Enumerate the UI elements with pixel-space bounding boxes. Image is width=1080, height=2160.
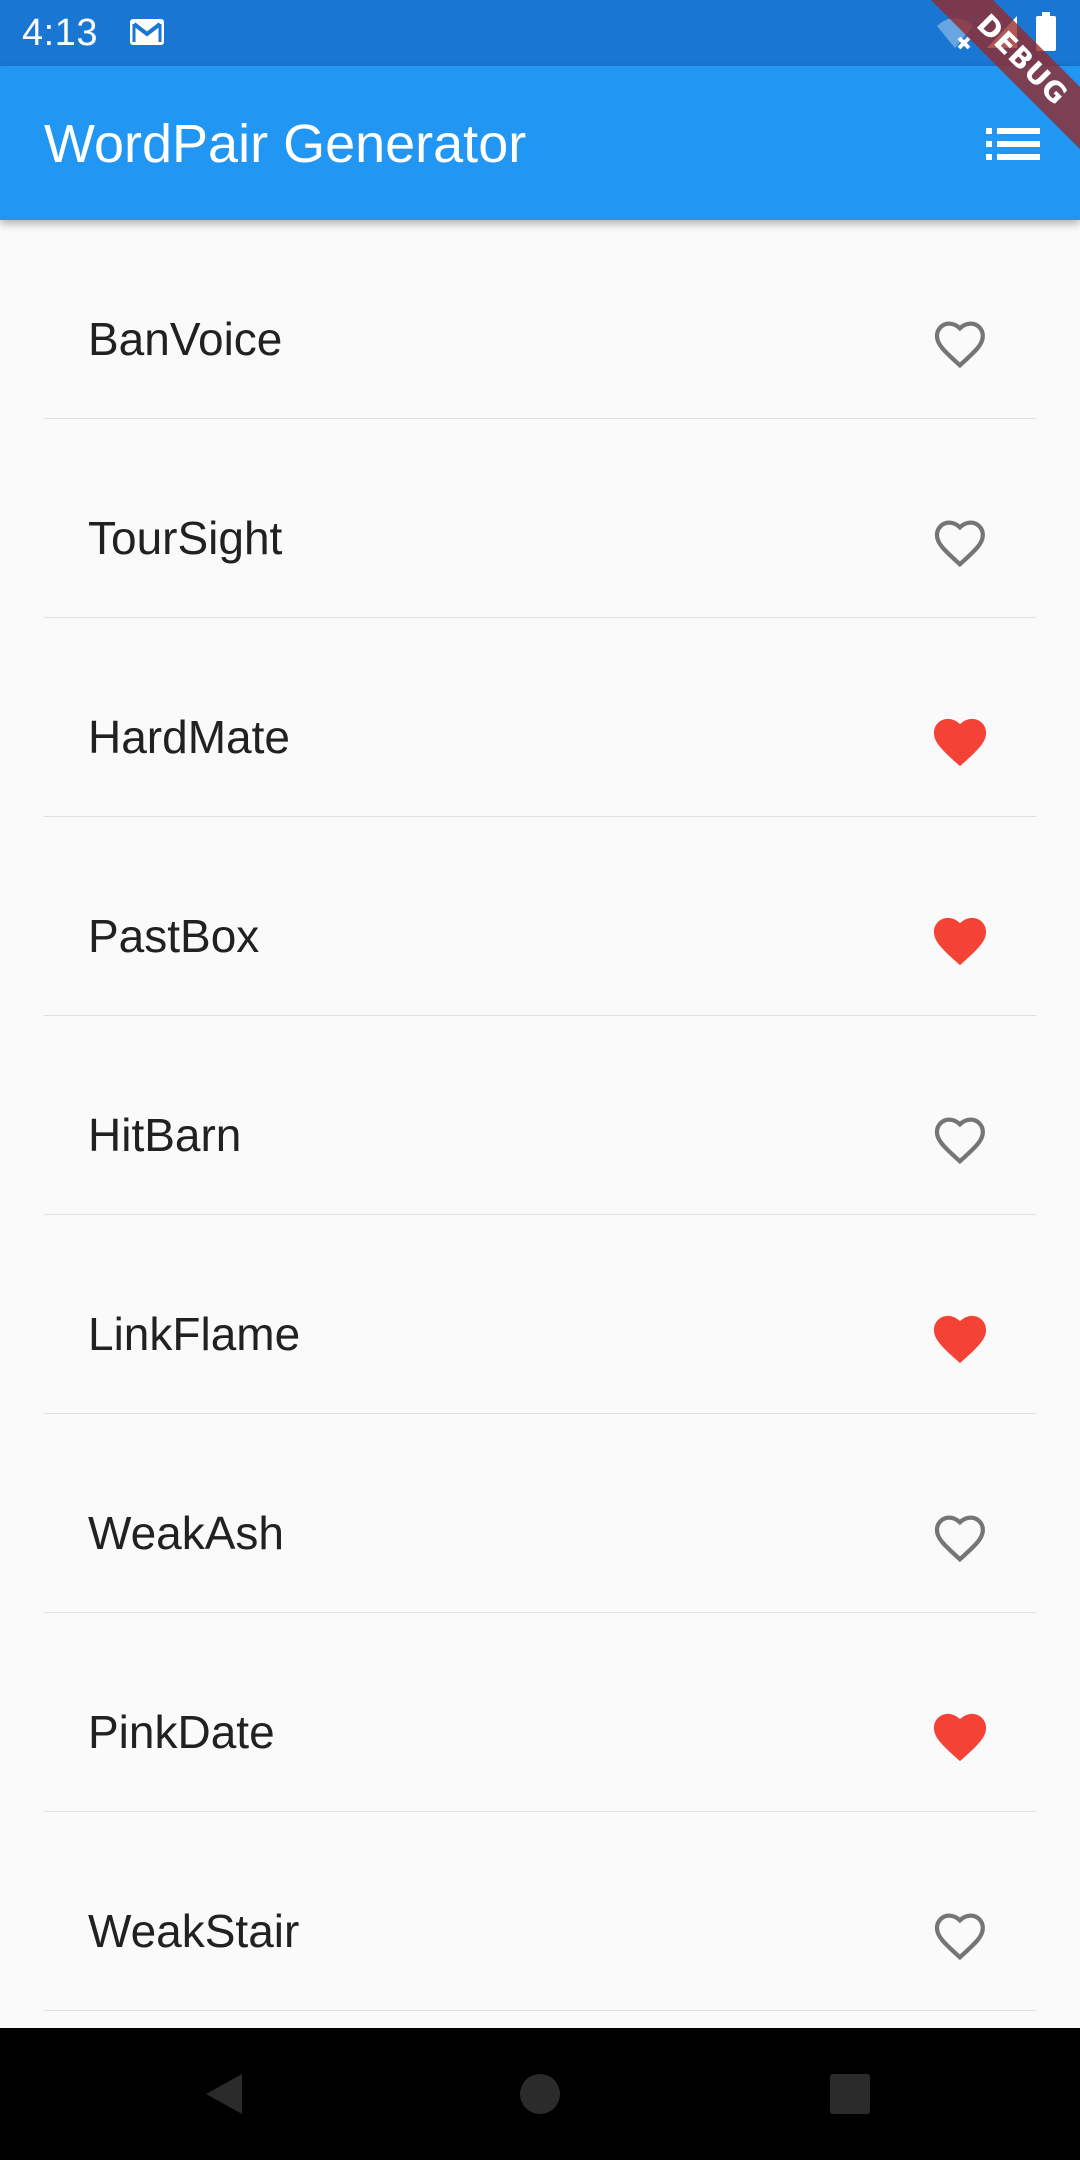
heart-outline-icon[interactable] — [930, 1112, 990, 1168]
page-title: WordPair Generator — [44, 114, 527, 174]
word-pair-label: PinkDate — [88, 1706, 275, 1758]
list-item[interactable]: WeakAsh — [0, 1414, 1080, 1612]
word-pair-label: TourSight — [88, 512, 283, 564]
back-icon — [206, 2074, 242, 2114]
heart-outline-icon[interactable] — [930, 515, 990, 571]
list-item[interactable]: PastBox — [0, 817, 1080, 1015]
heart-filled-icon[interactable] — [930, 1311, 990, 1367]
back-button[interactable] — [188, 2058, 260, 2130]
word-pair-label: BanVoice — [88, 313, 283, 365]
word-pair-label: WeakStair — [88, 1905, 300, 1957]
list-icon — [986, 128, 1040, 160]
word-pair-label: WeakAsh — [88, 1507, 285, 1559]
heart-outline-icon[interactable] — [930, 1510, 990, 1566]
word-pair-label: HitBarn — [88, 1109, 242, 1161]
word-pair-label: PastBox — [88, 910, 260, 962]
heart-outline-icon[interactable] — [930, 316, 990, 372]
heart-outline-icon[interactable] — [930, 1908, 990, 1964]
word-pair-label: LinkFlame — [88, 1308, 301, 1360]
gmail-icon — [130, 19, 164, 45]
home-icon — [520, 2074, 560, 2114]
status-bar: 4:13 — [0, 0, 1080, 66]
list-item[interactable]: TourSight — [0, 419, 1080, 617]
list-item[interactable]: WeakStair — [0, 1812, 1080, 2010]
status-time: 4:13 — [22, 12, 98, 54]
recents-button[interactable] — [814, 2058, 886, 2130]
heart-filled-icon[interactable] — [930, 714, 990, 770]
list-item[interactable]: HardMate — [0, 618, 1080, 816]
battery-icon — [1036, 12, 1056, 51]
recents-icon — [830, 2074, 870, 2114]
list-item[interactable]: BanVoice — [0, 220, 1080, 418]
app-bar: WordPair Generator — [0, 66, 1080, 220]
signal-icon — [987, 16, 1017, 48]
saved-list-button[interactable] — [968, 108, 1058, 180]
heart-filled-icon[interactable] — [930, 1709, 990, 1765]
heart-filled-icon[interactable] — [930, 913, 990, 969]
home-button[interactable] — [504, 2058, 576, 2130]
list-divider — [44, 2010, 1036, 2011]
wifi-off-icon — [937, 18, 973, 50]
list-item[interactable]: LinkFlame — [0, 1215, 1080, 1413]
word-pair-label: HardMate — [88, 711, 290, 763]
word-pair-list[interactable]: BanVoice TourSight HardMate PastBox HitBarn L… — [0, 220, 1080, 2028]
list-item[interactable]: PinkDate — [0, 1613, 1080, 1811]
list-item[interactable]: HitBarn — [0, 1016, 1080, 1214]
navigation-bar — [0, 2028, 1080, 2160]
